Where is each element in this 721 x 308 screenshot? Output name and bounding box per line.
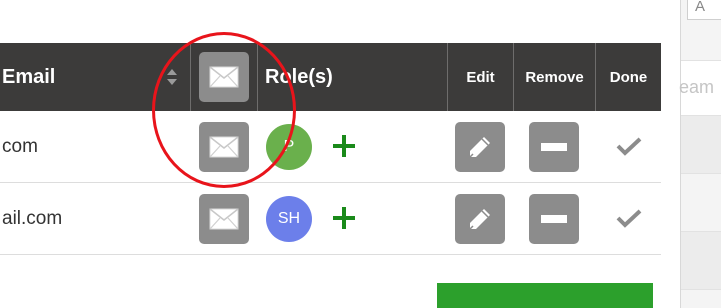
checkmark-icon[interactable] xyxy=(616,208,642,228)
background-card: A xyxy=(687,0,721,20)
email-header-label: Email xyxy=(2,65,56,88)
role-avatar-initials: SH xyxy=(277,210,301,227)
remove-column-header: Remove xyxy=(514,43,595,111)
email-user-button[interactable] xyxy=(199,194,249,244)
plus-icon xyxy=(333,135,355,157)
remove-button[interactable] xyxy=(529,194,579,244)
pencil-icon xyxy=(469,209,490,230)
email-all-button[interactable] xyxy=(199,52,249,102)
role-avatar-initials: P xyxy=(283,138,295,155)
background-panel: A eam xyxy=(679,0,721,308)
background-row xyxy=(681,174,721,232)
minus-icon xyxy=(541,215,567,223)
edit-header-label: Edit xyxy=(466,68,495,86)
role-avatar[interactable]: SH xyxy=(266,196,312,242)
roles-column-header: Role(s) xyxy=(265,43,445,111)
edit-button[interactable] xyxy=(455,122,505,172)
background-row xyxy=(681,116,721,174)
header-divider xyxy=(190,43,191,111)
done-column-header: Done xyxy=(596,43,661,111)
table-header: Email Role(s) Edit Remove Done xyxy=(0,43,661,111)
plus-icon xyxy=(333,207,355,229)
minus-icon xyxy=(541,143,567,151)
remove-button[interactable] xyxy=(529,122,579,172)
header-divider xyxy=(257,43,258,111)
users-modal: Email Role(s) Edit Remove Done com P ail… xyxy=(0,0,680,308)
envelope-icon xyxy=(209,66,239,88)
row-email: ail.com xyxy=(2,208,63,229)
sort-icon[interactable] xyxy=(166,68,178,86)
add-role-button[interactable] xyxy=(331,198,357,238)
edit-column-header: Edit xyxy=(448,43,513,111)
add-role-button[interactable] xyxy=(331,126,357,166)
row-email: com xyxy=(2,136,38,157)
table-row: ail.com SH xyxy=(0,183,661,255)
role-avatar[interactable]: P xyxy=(266,124,312,170)
background-row: eam xyxy=(679,60,721,116)
envelope-icon xyxy=(209,208,239,230)
roles-header-label: Role(s) xyxy=(265,65,333,88)
table-row: com P xyxy=(0,111,661,183)
done-header-label: Done xyxy=(609,68,648,86)
envelope-icon xyxy=(209,136,239,158)
email-column-header[interactable]: Email xyxy=(2,43,162,111)
edit-button[interactable] xyxy=(455,194,505,244)
primary-action-button[interactable] xyxy=(437,283,653,308)
checkmark-icon[interactable] xyxy=(616,136,642,156)
background-faded-text: eam xyxy=(679,77,715,97)
remove-header-label: Remove xyxy=(525,68,584,86)
email-user-button[interactable] xyxy=(199,122,249,172)
pencil-icon xyxy=(469,137,490,158)
background-row xyxy=(681,232,721,290)
background-card-text: A xyxy=(695,0,706,15)
